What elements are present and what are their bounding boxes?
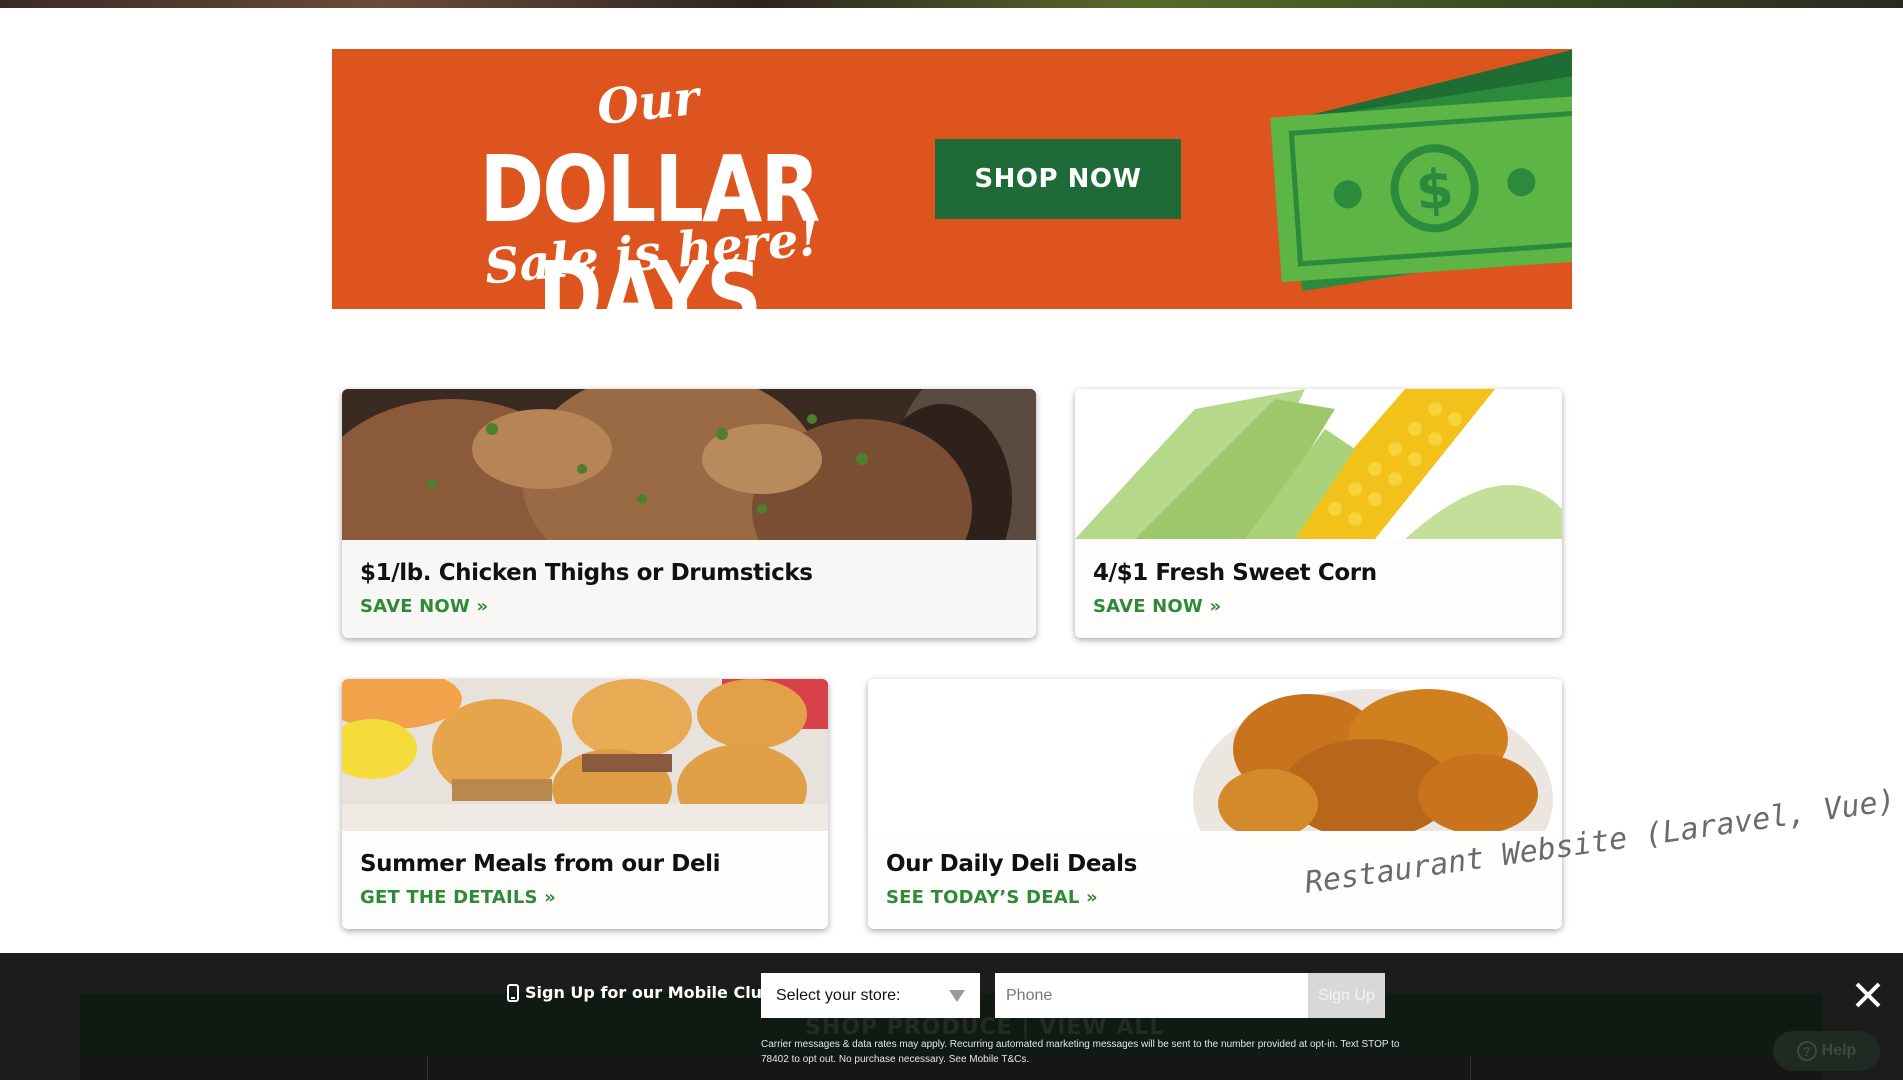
- mobile-club-text: Sign Up for our Mobile Club: [525, 983, 774, 1002]
- mobile-phone-icon: [507, 983, 519, 1002]
- dollar-days-banner[interactable]: Our DOLLAR DAYS Sale is here! SHOP NOW $: [332, 49, 1572, 309]
- dollar-bills-icon: $: [1270, 49, 1572, 292]
- mobile-club-label: Sign Up for our Mobile Club: [507, 983, 774, 1002]
- get-details-link[interactable]: GET THE DETAILS »: [360, 887, 810, 908]
- card-caption: 4/$1 Fresh Sweet Corn SAVE NOW »: [1075, 540, 1562, 638]
- save-now-link[interactable]: SAVE NOW »: [1093, 596, 1544, 617]
- close-icon[interactable]: [1853, 980, 1883, 1010]
- grid-divider: [427, 1055, 428, 1080]
- daily-deli-deals-card[interactable]: Our Daily Deli Deals SEE TODAY’S DEAL »: [868, 679, 1562, 929]
- card-title: $1/lb. Chicken Thighs or Drumsticks: [360, 560, 813, 586]
- svg-text:$: $: [1414, 157, 1456, 222]
- banner-our-text: Our: [594, 69, 702, 137]
- card-title: Summer Meals from our Deli: [360, 851, 721, 877]
- grid-divider: [1470, 1055, 1471, 1080]
- save-now-link[interactable]: SAVE NOW »: [360, 596, 1018, 617]
- shop-now-button[interactable]: SHOP NOW: [935, 139, 1181, 219]
- card-title: 4/$1 Fresh Sweet Corn: [1093, 560, 1377, 586]
- phone-input[interactable]: [995, 973, 1308, 1018]
- card-caption: $1/lb. Chicken Thighs or Drumsticks SAVE…: [342, 540, 1036, 638]
- chicken-thighs-card[interactable]: $1/lb. Chicken Thighs or Drumsticks SAVE…: [342, 389, 1036, 638]
- help-button[interactable]: ? Help: [1773, 1031, 1880, 1071]
- summer-meals-card[interactable]: Summer Meals from our Deli GET THE DETAI…: [342, 679, 828, 929]
- see-todays-deal-link[interactable]: SEE TODAY’S DEAL »: [886, 887, 1544, 908]
- help-label: Help: [1821, 1042, 1857, 1059]
- store-select-value: Select your store:: [776, 986, 901, 1004]
- sms-disclaimer: Carrier messages & data rates may apply.…: [761, 1039, 1400, 1065]
- sweet-corn-card[interactable]: 4/$1 Fresh Sweet Corn SAVE NOW »: [1075, 389, 1562, 638]
- sign-up-button[interactable]: Sign Up: [1308, 973, 1385, 1018]
- store-select[interactable]: Select your store:: [761, 973, 980, 1018]
- top-hero-edge: [0, 0, 1903, 8]
- chevron-down-icon: [949, 989, 965, 1002]
- card-caption: Summer Meals from our Deli GET THE DETAI…: [342, 831, 828, 929]
- question-icon: ?: [1796, 1041, 1817, 1061]
